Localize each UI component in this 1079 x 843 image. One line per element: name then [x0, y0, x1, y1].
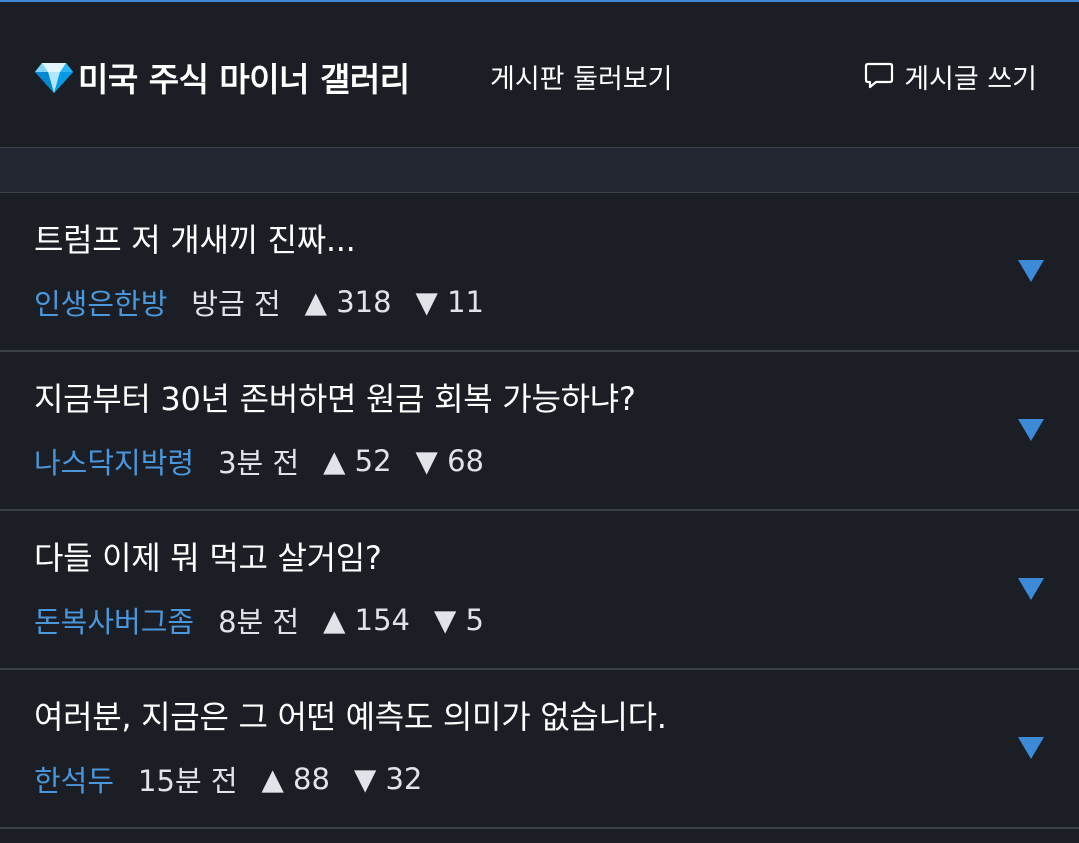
write-post-button[interactable]: 게시글 쓰기	[862, 54, 1037, 98]
downvote-count: ▼ 68	[415, 444, 484, 478]
downvote-count: ▼ 11	[415, 285, 484, 319]
post-time: 3분 전	[218, 446, 300, 480]
post-author[interactable]: 돈복사버그좀	[34, 599, 194, 641]
post-item[interactable]: 지금부터 30년 존버하면 원금 회복 가능하냐? 나스닥지박령 3분 전 ▲ …	[0, 352, 1079, 511]
comment-icon	[862, 61, 896, 91]
post-time: 8분 전	[218, 605, 300, 639]
gallery-title[interactable]: 미국 주식 마이너 갤러리	[34, 54, 410, 100]
post-meta: 나스닥지박령 3분 전 ▲ 52 ▼ 68	[34, 440, 484, 482]
gem-icon	[34, 60, 74, 94]
post-item[interactable]: 트럼프 저 개새끼 진짜... 인생은한방 방금 전 ▲ 318 ▼ 11	[0, 193, 1079, 352]
upvote-count: ▲ 52	[323, 444, 392, 478]
downvote-count: ▼ 5	[434, 603, 484, 637]
post-author[interactable]: 한석두	[34, 758, 114, 800]
post-title[interactable]: 다들 이제 뭐 먹고 살거임?	[34, 533, 382, 579]
triangle-down-icon[interactable]	[1017, 259, 1045, 283]
triangle-down-icon[interactable]	[1017, 577, 1045, 601]
post-meta: 한석두 15분 전 ▲ 88 ▼ 32	[34, 758, 422, 800]
post-item[interactable]: 다들 이제 뭐 먹고 살거임? 돈복사버그좀 8분 전 ▲ 154 ▼ 5	[0, 511, 1079, 670]
post-author[interactable]: 인생은한방	[34, 281, 167, 323]
post-title[interactable]: 여러분, 지금은 그 어떤 예측도 의미가 없습니다.	[34, 692, 667, 738]
post-time: 방금 전	[191, 287, 281, 321]
notice-band	[0, 148, 1079, 193]
gallery-title-text: 미국 주식 마이너 갤러리	[78, 60, 410, 99]
post-meta: 돈복사버그좀 8분 전 ▲ 154 ▼ 5	[34, 599, 484, 641]
post-time: 15분 전	[138, 764, 238, 798]
post-title[interactable]: 트럼프 저 개새끼 진짜...	[34, 215, 356, 261]
app-frame: 미국 주식 마이너 갤러리 게시판 둘러보기 게시글 쓰기 트럼프 저 개새끼 …	[0, 0, 1079, 843]
triangle-down-icon[interactable]	[1017, 736, 1045, 760]
browse-boards-link[interactable]: 게시판 둘러보기	[490, 54, 672, 98]
downvote-count: ▼ 32	[353, 762, 423, 796]
upvote-count: ▲ 88	[261, 762, 330, 796]
post-meta: 인생은한방 방금 전 ▲ 318 ▼ 11	[34, 281, 484, 323]
post-title[interactable]: 지금부터 30년 존버하면 원금 회복 가능하냐?	[34, 374, 636, 420]
post-author[interactable]: 나스닥지박령	[34, 440, 194, 482]
triangle-down-icon[interactable]	[1017, 418, 1045, 442]
post-item[interactable]: 여러분, 지금은 그 어떤 예측도 의미가 없습니다. 한석두 15분 전 ▲ …	[0, 670, 1079, 829]
upvote-count: ▲ 318	[304, 285, 392, 319]
upvote-count: ▲ 154	[323, 603, 410, 637]
header: 미국 주식 마이너 갤러리 게시판 둘러보기 게시글 쓰기	[0, 2, 1079, 148]
write-post-label: 게시글 쓰기	[904, 63, 1037, 95]
